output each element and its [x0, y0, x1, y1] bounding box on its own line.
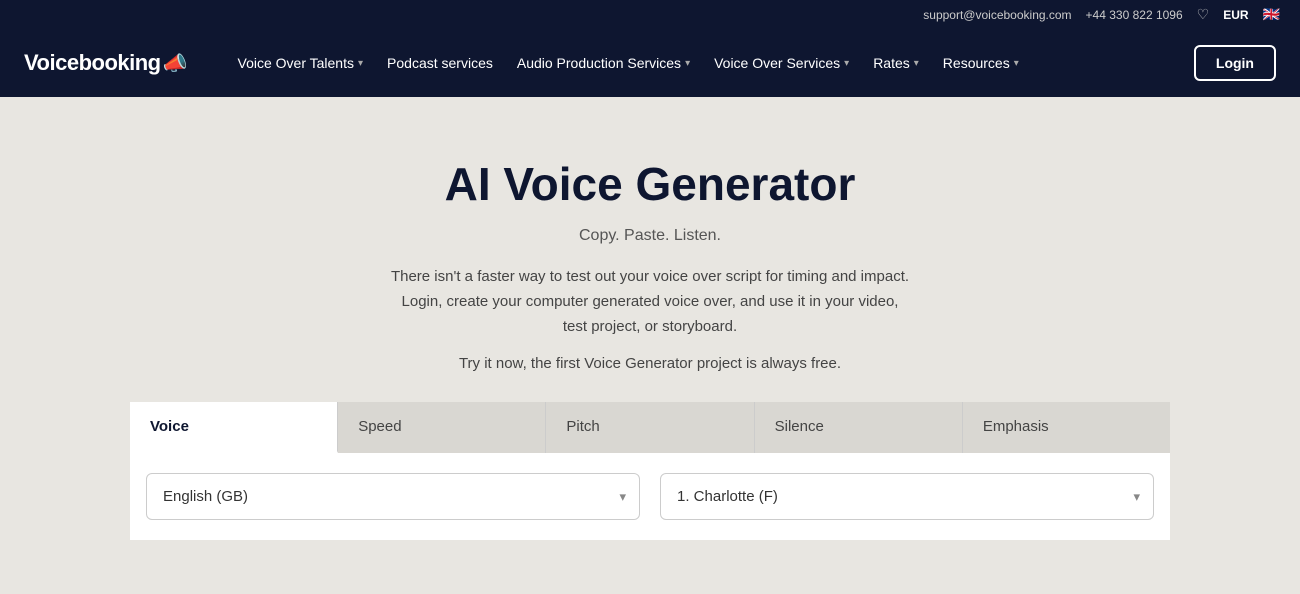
tabs-row: Voice Speed Pitch Silence Emphasis — [130, 402, 1170, 453]
login-button[interactable]: Login — [1194, 45, 1276, 81]
nav-voice-over-talents[interactable]: Voice Over Talents ▾ — [228, 47, 374, 79]
tab-emphasis[interactable]: Emphasis — [963, 402, 1170, 453]
hero-tagline: Copy. Paste. Listen. — [20, 227, 1280, 245]
nav-podcast-services[interactable]: Podcast services — [377, 47, 503, 79]
phone-number[interactable]: +44 330 822 1096 — [1086, 8, 1183, 22]
currency-selector[interactable]: EUR — [1223, 8, 1248, 22]
logo-text: Voicebooking — [24, 50, 161, 76]
chevron-down-icon: ▾ — [685, 58, 690, 69]
nav-audio-production[interactable]: Audio Production Services ▾ — [507, 47, 700, 79]
main-nav: Voicebooking 📣 Voice Over Talents ▾ Podc… — [0, 29, 1300, 97]
logo[interactable]: Voicebooking 📣 — [24, 50, 188, 76]
voice-select[interactable]: 1. Charlotte (F) 2. James (M) 3. Sophie … — [660, 473, 1154, 520]
support-email[interactable]: support@voicebooking.com — [923, 8, 1071, 22]
logo-megaphone-icon: 📣 — [163, 51, 188, 76]
tab-speed[interactable]: Speed — [338, 402, 546, 453]
chevron-down-icon: ▾ — [844, 58, 849, 69]
chevron-down-icon: ▾ — [914, 58, 919, 69]
tab-pitch[interactable]: Pitch — [546, 402, 754, 453]
language-flag[interactable]: 🇬🇧 — [1263, 6, 1280, 23]
chevron-down-icon: ▾ — [1014, 58, 1019, 69]
chevron-down-icon: ▾ — [358, 58, 363, 69]
page-title: AI Voice Generator — [20, 157, 1280, 211]
nav-rates[interactable]: Rates ▾ — [863, 47, 929, 79]
nav-links: Voice Over Talents ▾ Podcast services Au… — [228, 45, 1276, 81]
hero-section: AI Voice Generator Copy. Paste. Listen. … — [0, 97, 1300, 402]
voice-dropdown-wrap: 1. Charlotte (F) 2. James (M) 3. Sophie … — [660, 473, 1154, 520]
tab-silence[interactable]: Silence — [755, 402, 963, 453]
voice-generator-section: Voice Speed Pitch Silence Emphasis Engli… — [110, 402, 1190, 540]
tab-voice[interactable]: Voice — [130, 402, 338, 453]
hero-free-note: Try it now, the first Voice Generator pr… — [20, 355, 1280, 372]
language-dropdown-wrap: English (GB) English (US) French German … — [146, 473, 640, 520]
nav-resources[interactable]: Resources ▾ — [933, 47, 1029, 79]
dropdowns-row: English (GB) English (US) French German … — [130, 453, 1170, 540]
nav-voice-over-services[interactable]: Voice Over Services ▾ — [704, 47, 859, 79]
language-select[interactable]: English (GB) English (US) French German … — [146, 473, 640, 520]
wishlist-icon[interactable]: ♡ — [1197, 6, 1210, 23]
hero-description: There isn't a faster way to test out you… — [390, 265, 910, 339]
top-bar: support@voicebooking.com +44 330 822 109… — [0, 0, 1300, 29]
